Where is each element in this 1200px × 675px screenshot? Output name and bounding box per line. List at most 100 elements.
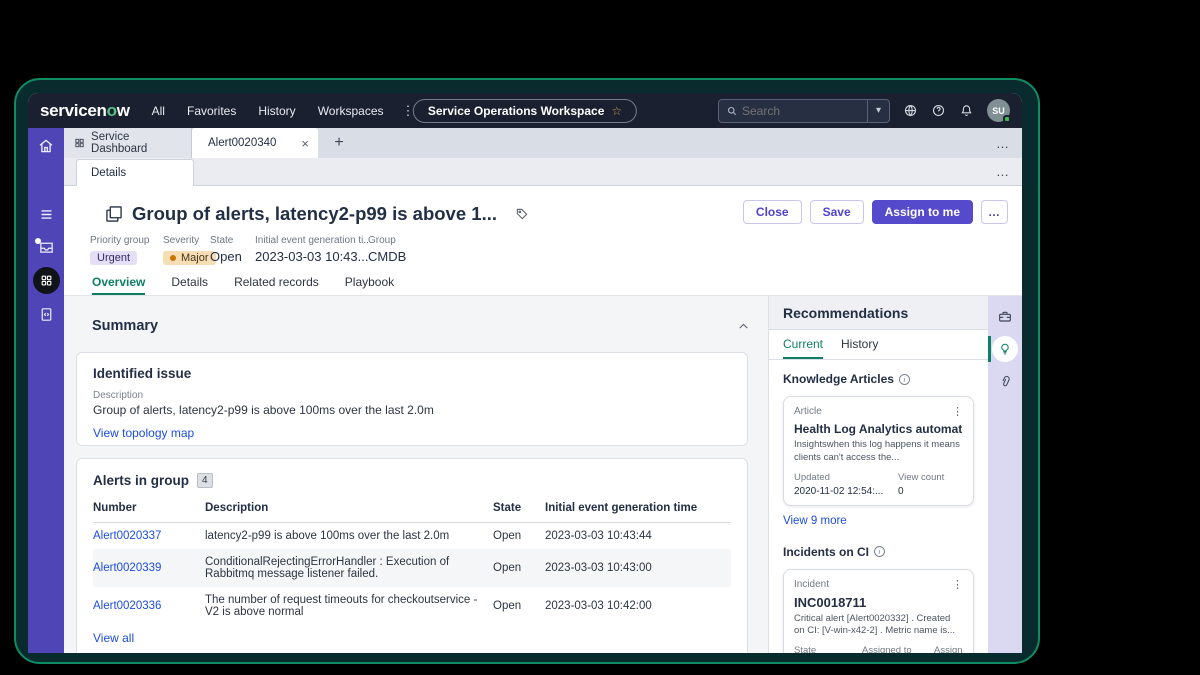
nav-workspaces[interactable]: Workspaces [318, 104, 384, 118]
article-title[interactable]: Health Log Analytics automatic ... [794, 422, 963, 436]
assign-to-me-button[interactable]: Assign to me [871, 200, 973, 224]
user-avatar[interactable]: SU [987, 99, 1011, 123]
alert-number-link[interactable]: Alert0020339 [93, 562, 161, 574]
attachments-paperclip-icon[interactable] [988, 365, 1022, 397]
state-label: State [794, 645, 817, 653]
nav-history[interactable]: History [258, 104, 295, 118]
overview-content: Summary Identified issue Description Gro… [64, 296, 768, 653]
col-number[interactable]: Number [93, 502, 205, 514]
globe-icon[interactable] [903, 103, 918, 118]
alert-number-link[interactable]: Alert0020337 [93, 530, 161, 542]
servicenow-logo[interactable]: servicenow [40, 101, 130, 121]
tab-close-icon[interactable]: × [301, 136, 309, 151]
new-tab-plus-icon[interactable]: + [326, 128, 352, 158]
info-icon[interactable]: i [874, 546, 886, 558]
updated-value: 2020-11-02 12:54:... [794, 485, 884, 497]
alerts-card-title-row: Alerts in group 4 [93, 473, 731, 488]
recommendations-heading: Recommendations [769, 296, 988, 330]
knowledge-articles-heading: Knowledge Articles i [783, 372, 974, 386]
sidebar-apps-icon-active[interactable] [28, 266, 64, 294]
recommendations-lightbulb-icon[interactable] [988, 333, 1022, 365]
notifications-bell-icon[interactable] [959, 103, 974, 118]
nav-all[interactable]: All [152, 104, 165, 118]
sidebar-script-icon[interactable] [28, 300, 64, 328]
search-input[interactable] [742, 103, 867, 118]
table-row: Alert0020336 The number of request timeo… [93, 587, 731, 625]
view-count-value: 0 [898, 485, 904, 497]
incident-type-label: Incident [794, 578, 830, 590]
tab-history[interactable]: History [841, 330, 878, 359]
page-background: servicenow All Favorites History Workspa… [0, 0, 1200, 675]
more-actions-button[interactable]: … [981, 200, 1008, 224]
field-initial-event-time: Initial event generation ti... 2023-03-0… [255, 235, 368, 265]
record-tab-bar: Overview Details Related records Playboo… [64, 271, 1022, 296]
workspace-switcher-pill[interactable]: Service Operations Workspace ☆ [412, 98, 638, 123]
tag-icon[interactable] [515, 207, 529, 221]
logo-text-2: w [116, 100, 130, 120]
subtab-more-icon[interactable]: … [996, 158, 1010, 185]
col-initial-event-time[interactable]: Initial event generation time [545, 502, 733, 514]
incident-kebab-icon[interactable]: ⋮ [952, 578, 963, 591]
field-label: Group [368, 235, 396, 246]
field-label: Severity [163, 235, 200, 246]
field-group: Group CMDB [368, 235, 438, 265]
view-more-articles-link[interactable]: View 9 more [783, 515, 847, 527]
record-header: Group of alerts, latency2-p99 is above 1… [64, 186, 1022, 296]
tab-alert-record[interactable]: Alert0020340 × [192, 128, 318, 158]
device-frame: servicenow All Favorites History Workspa… [14, 78, 1040, 664]
tab-details[interactable]: Details [171, 271, 208, 295]
tab-related-records[interactable]: Related records [234, 271, 319, 295]
avatar-initials: SU [992, 105, 1005, 116]
col-state[interactable]: State [493, 502, 545, 514]
incident-card[interactable]: Incident ⋮ INC0018711 Critical alert [Al… [783, 568, 974, 653]
tab-service-dashboard[interactable]: Service Dashboard [64, 128, 192, 158]
record-fields-row: Priority group Urgent Severity Major Sta… [90, 235, 438, 265]
close-button[interactable]: Close [742, 200, 802, 224]
subtab-details[interactable]: Details [76, 159, 194, 186]
alert-number-link[interactable]: Alert0020336 [93, 600, 161, 612]
description-text: Group of alerts, latency2-p99 is above 1… [93, 403, 434, 417]
col-description[interactable]: Description [205, 502, 493, 514]
recommendations-panel: Recommendations Current History Knowledg… [768, 296, 988, 653]
record-body: Summary Identified issue Description Gro… [64, 296, 1022, 653]
severity-badge: Major [163, 251, 216, 265]
tab-current[interactable]: Current [783, 330, 824, 359]
initial-event-time-value: 2023-03-03 10:43... [255, 249, 369, 264]
sidebar-home-icon[interactable] [28, 132, 64, 160]
workspace-tab-strip: Service Dashboard Alert0020340 × + … [64, 128, 1022, 158]
state-value: Open [210, 249, 242, 264]
dashboard-grid-icon [75, 138, 84, 148]
group-value: CMDB [368, 249, 407, 264]
view-all-link[interactable]: View all [93, 631, 134, 645]
collapse-chevron-icon[interactable] [737, 320, 750, 338]
sidebar-inbox-icon[interactable] [28, 233, 64, 261]
topbar-right-group: ▾ SU [718, 98, 1011, 123]
field-state: State Open [210, 235, 255, 265]
table-row: Alert0020337 latency2-p99 is above 100ms… [93, 523, 731, 549]
tab-strip-more-icon[interactable]: … [996, 128, 1010, 158]
global-search[interactable]: ▾ [718, 98, 890, 123]
save-button[interactable]: Save [809, 200, 864, 224]
contextual-side-rail [988, 296, 1022, 653]
incident-number[interactable]: INC0018711 [794, 595, 963, 610]
top-navigation-bar: servicenow All Favorites History Workspa… [28, 93, 1022, 128]
workspace-pill-label: Service Operations Workspace [427, 103, 605, 118]
knowledge-article-card[interactable]: Article ⋮ Health Log Analytics automatic… [783, 396, 974, 506]
nav-favorites[interactable]: Favorites [187, 104, 236, 118]
page-title: Group of alerts, latency2-p99 is above 1… [132, 203, 497, 224]
info-icon[interactable]: i [898, 373, 910, 385]
alert-description: The number of request timeouts for check… [205, 594, 478, 618]
alerts-table-header: Number Description State Initial event g… [93, 502, 731, 523]
sidebar-list-icon[interactable] [28, 200, 64, 228]
view-topology-map-link[interactable]: View topology map [93, 426, 194, 440]
search-scope-caret[interactable]: ▾ [867, 99, 889, 122]
help-icon[interactable] [931, 103, 946, 118]
alert-state: Open [493, 600, 522, 612]
tab-playbook[interactable]: Playbook [345, 271, 394, 295]
article-kebab-icon[interactable]: ⋮ [952, 405, 963, 418]
toolbox-icon[interactable] [988, 301, 1022, 333]
favorite-star-icon[interactable]: ☆ [611, 104, 622, 118]
tab-overview[interactable]: Overview [92, 271, 146, 295]
field-label: State [210, 235, 234, 246]
left-sidebar [28, 128, 64, 653]
